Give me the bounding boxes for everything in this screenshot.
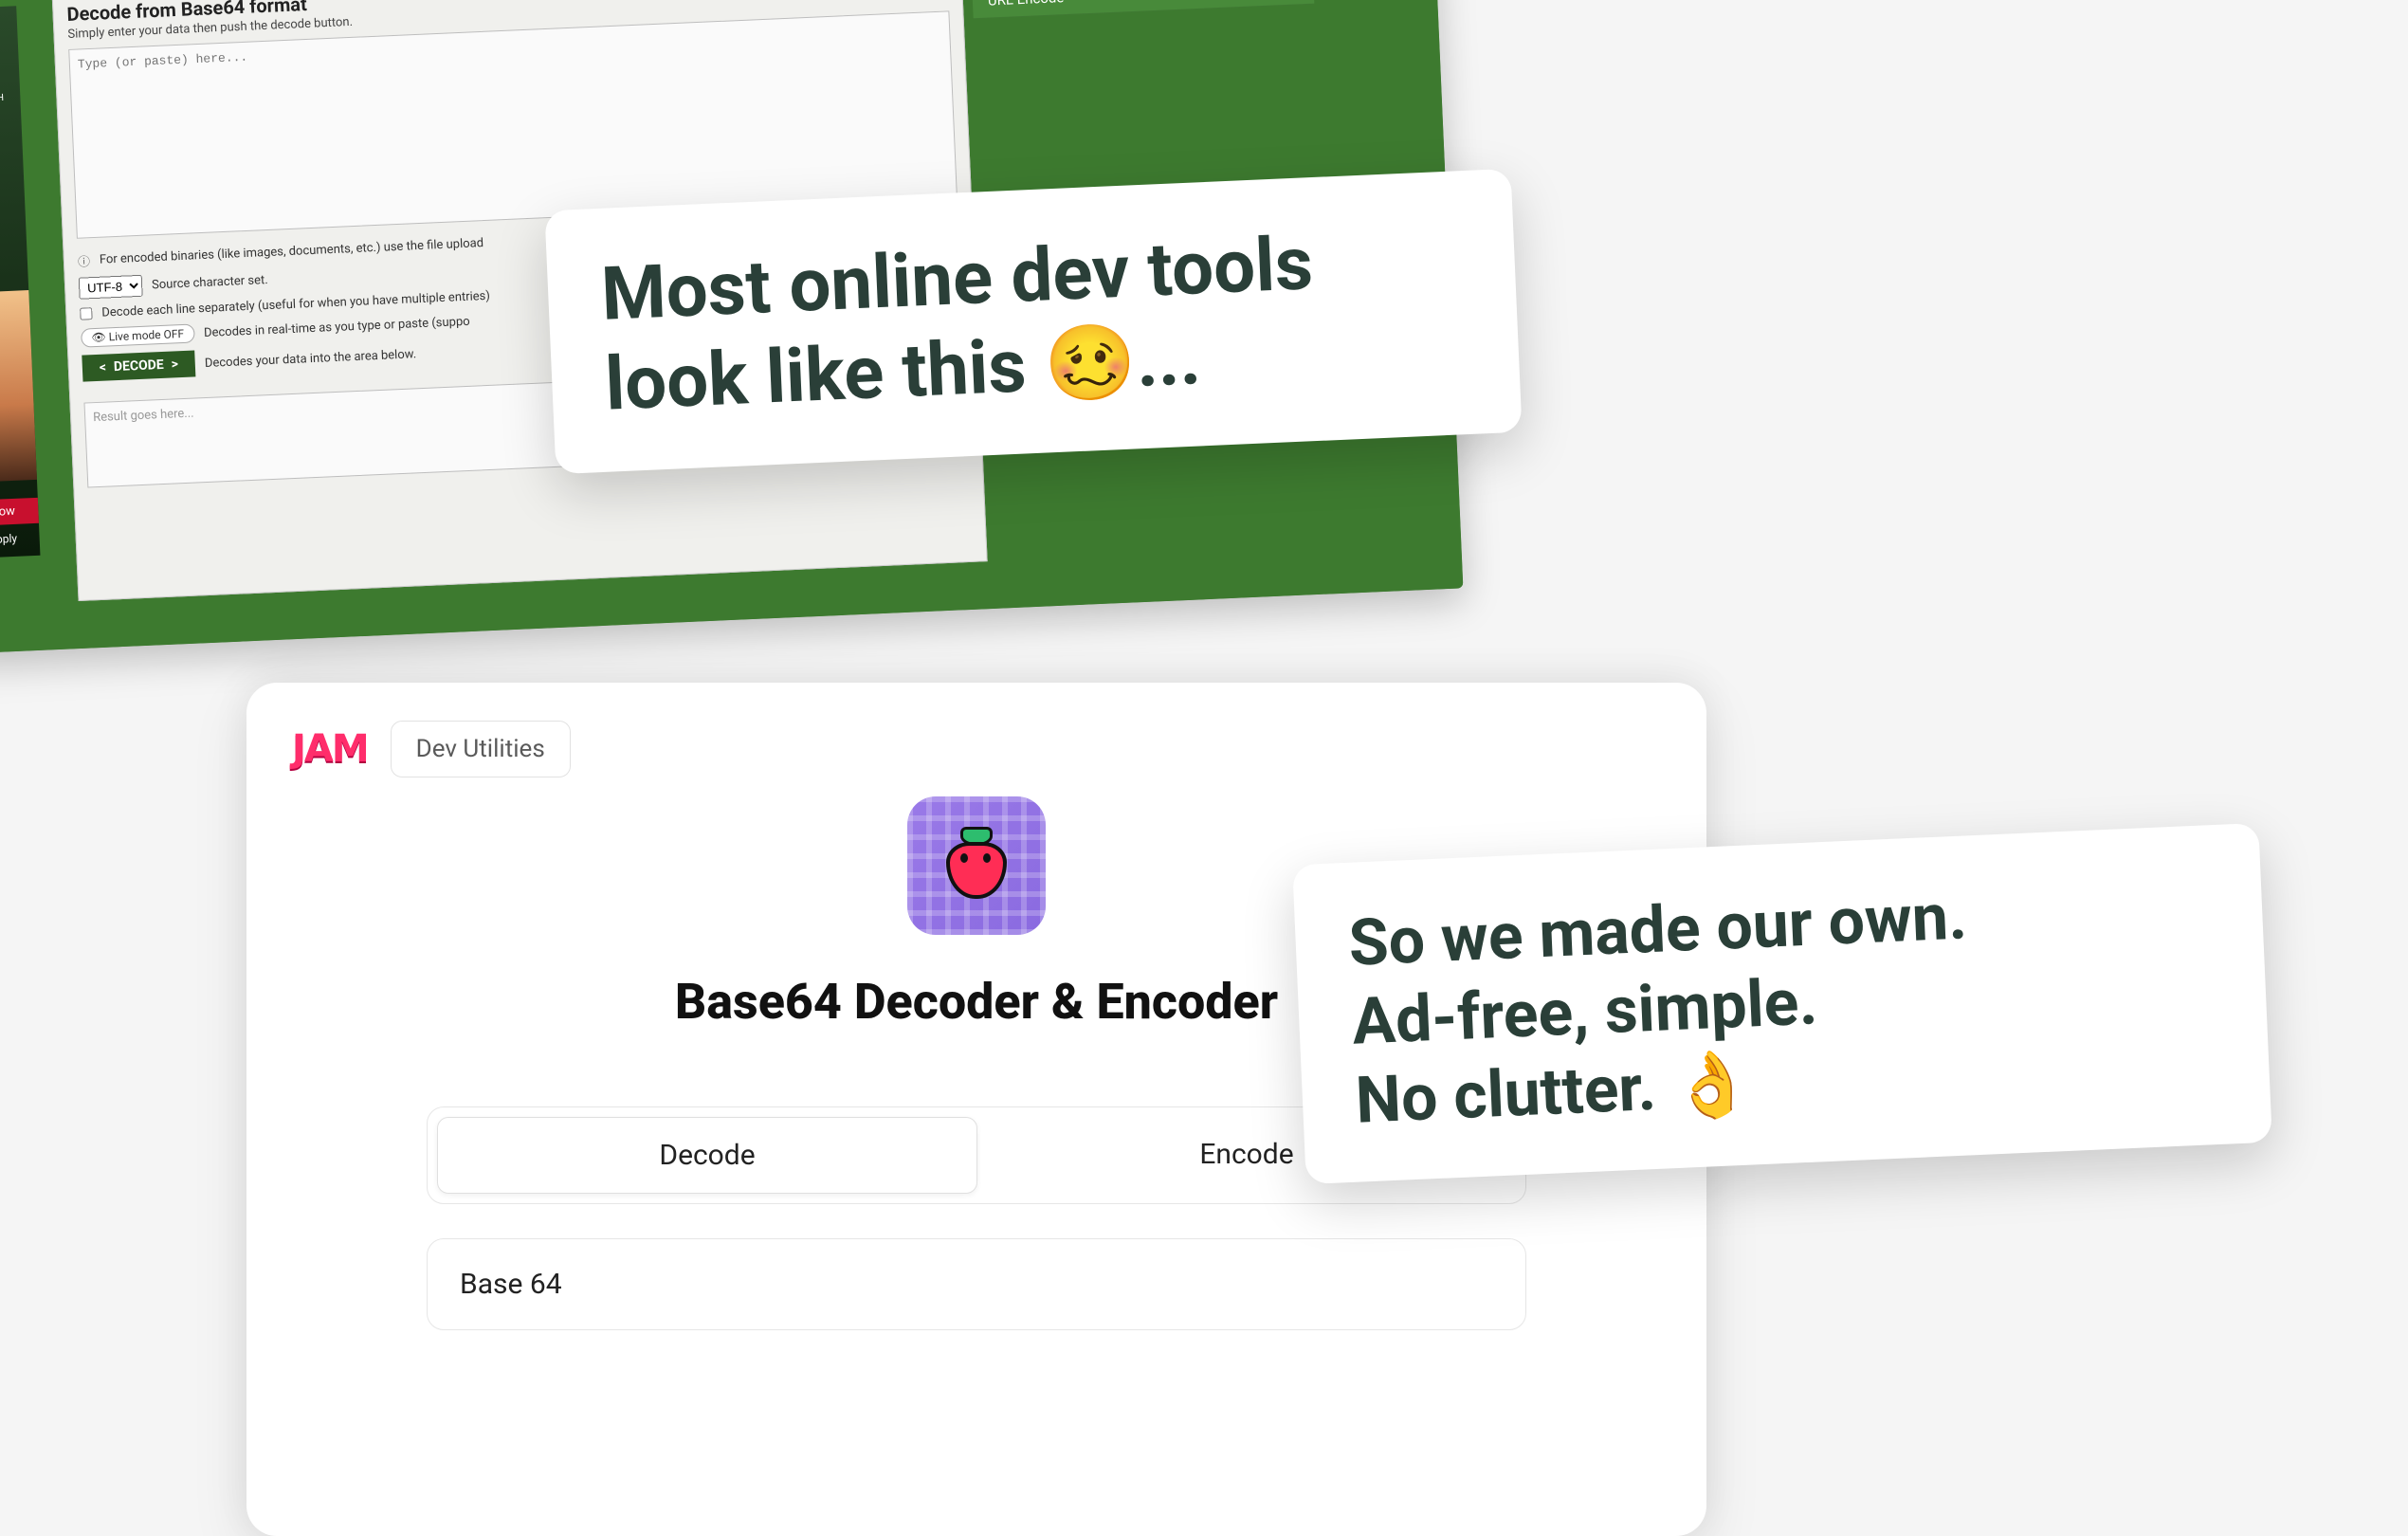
dev-utilities-button[interactable]: Dev Utilities — [391, 721, 571, 777]
ad-text: AUTOGRAPH — [0, 92, 15, 105]
live-mode-toggle[interactable]: 👁 Live mode OFF — [81, 323, 194, 347]
jam-logo[interactable]: JAM — [292, 727, 368, 771]
visa-label: VISA — [0, 106, 15, 119]
terms-label: rms apply — [0, 531, 40, 548]
decode-button[interactable]: < DECODE > — [82, 350, 195, 381]
chevron-left-icon: < — [100, 360, 107, 375]
app-icon — [907, 796, 1046, 935]
charset-label: Source character set. — [152, 273, 268, 292]
tab-decode[interactable]: Decode — [437, 1117, 977, 1194]
decode-label: Decodes your data into the area below. — [205, 347, 417, 371]
chevron-right-icon: > — [171, 357, 178, 372]
apply-now-button[interactable]: pply now — [0, 498, 39, 527]
callout-after: So we made our own. Ad-free, simple. No … — [1292, 823, 2272, 1184]
input-card[interactable]: Base 64 — [427, 1238, 1526, 1330]
ad-text: rd — [0, 37, 12, 52]
callout-before: Most online dev tools look like this 🥴..… — [544, 169, 1522, 475]
eye-icon: 👁 — [91, 331, 106, 345]
header: JAM Dev Utilities — [292, 721, 1661, 777]
input-label: Base 64 — [460, 1268, 1493, 1301]
charset-select[interactable]: UTF-8 — [79, 275, 143, 300]
each-line-checkbox[interactable] — [80, 307, 93, 320]
strawberry-icon — [943, 832, 1010, 899]
